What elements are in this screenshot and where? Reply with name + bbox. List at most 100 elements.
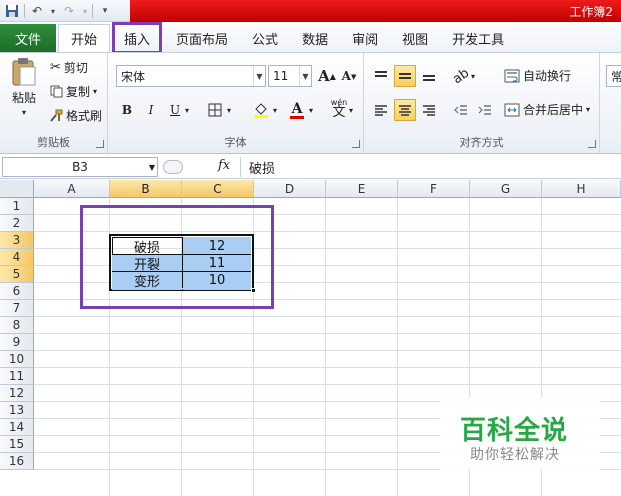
grid-row-line — [34, 333, 621, 334]
align-middle-icon — [399, 73, 411, 79]
row-header-10[interactable]: 10 — [0, 351, 34, 368]
formula-input[interactable]: 破损 — [240, 157, 619, 177]
column-header-E[interactable]: E — [326, 180, 398, 198]
tab-data[interactable]: 数据 — [290, 24, 340, 52]
wrap-text-label: 自动换行 — [523, 69, 572, 83]
tab-home[interactable]: 开始 — [58, 24, 111, 52]
row-header-12[interactable]: 12 — [0, 385, 34, 402]
column-header-C[interactable]: C — [182, 180, 254, 198]
row-header-8[interactable]: 8 — [0, 317, 34, 334]
chevron-down-icon: ▼ — [253, 66, 265, 86]
row-header-15[interactable]: 15 — [0, 436, 34, 453]
align-right-button[interactable] — [418, 99, 440, 121]
column-header-G[interactable]: G — [470, 180, 542, 198]
align-middle-button[interactable] — [394, 65, 416, 87]
font-name-select[interactable]: 宋体 ▼ — [116, 65, 266, 87]
font-color-bar — [290, 115, 304, 119]
column-header-B[interactable]: B — [110, 180, 182, 198]
row-header-2[interactable]: 2 — [0, 215, 34, 232]
fill-color-button[interactable] — [250, 99, 272, 121]
tab-insert[interactable]: 插入 — [112, 22, 163, 54]
wrap-text-button[interactable]: 自动换行 — [504, 67, 571, 84]
watermark-subtitle: 助你轻松解决 — [470, 447, 560, 463]
redo-icon[interactable]: ↷ — [60, 2, 78, 20]
borders-dropdown-icon[interactable]: ▾ — [224, 99, 234, 121]
borders-icon — [208, 103, 222, 117]
column-header-A[interactable]: A — [34, 180, 110, 198]
clipboard-launcher-icon[interactable] — [96, 140, 104, 148]
grow-font-button[interactable]: A ▲ — [316, 65, 338, 87]
shrink-font-button[interactable]: A ▼ — [338, 65, 360, 87]
column-header-F[interactable]: F — [398, 180, 470, 198]
row-header-13[interactable]: 13 — [0, 402, 34, 419]
tab-view[interactable]: 视图 — [390, 24, 440, 52]
tab-developer[interactable]: 开发工具 — [440, 24, 516, 52]
phonetic-dropdown-icon[interactable]: ▾ — [346, 99, 356, 121]
number-format-value: 常 — [611, 69, 621, 84]
undo-icon[interactable]: ↶ — [28, 2, 46, 20]
paste-label: 粘贴 — [11, 91, 36, 105]
name-box[interactable]: B3 ▼ — [2, 157, 158, 177]
font-color-button[interactable]: A — [286, 99, 308, 121]
format-painter-button[interactable]: 格式刷 — [50, 107, 102, 124]
font-launcher-icon[interactable] — [352, 140, 360, 148]
cut-button[interactable]: ✂ 剪切 — [50, 59, 88, 76]
tab-formulas[interactable]: 公式 — [240, 24, 290, 52]
bold-button[interactable]: B — [116, 99, 138, 121]
decrease-indent-button[interactable] — [450, 99, 472, 121]
copy-button[interactable]: 复制 ▾ — [50, 83, 97, 100]
cut-label: 剪切 — [63, 61, 88, 75]
fill-color-dropdown-icon[interactable]: ▾ — [270, 99, 280, 121]
row-header-3[interactable]: 3 — [0, 232, 34, 249]
alignment-group: ab ▾ 自动换行 合并后居中 ▾ 对齐方式 — [364, 53, 600, 153]
align-center-button[interactable] — [394, 99, 416, 121]
orientation-dropdown-icon[interactable]: ▾ — [468, 65, 478, 87]
row-header-5[interactable]: 5 — [0, 266, 34, 283]
row-header-16[interactable]: 16 — [0, 453, 34, 470]
tab-file[interactable]: 文件 — [0, 24, 56, 52]
worksheet-grid[interactable]: ABCDEFGH 1 2 3 4 5 6 7 8 9 10 11 12 13 14 15 16 破损 12 开… — [0, 180, 621, 496]
row-header-1[interactable]: 1 — [0, 198, 34, 215]
row-header-4[interactable]: 4 — [0, 249, 34, 266]
name-box-value: B3 — [72, 160, 88, 174]
underline-dropdown-icon[interactable]: ▾ — [182, 99, 192, 121]
alignment-launcher-icon[interactable] — [588, 140, 596, 148]
paste-button[interactable]: 粘贴 ▾ — [6, 57, 42, 117]
tab-page-layout[interactable]: 页面布局 — [164, 24, 240, 52]
borders-button[interactable] — [204, 99, 226, 121]
font-color-dropdown-icon[interactable]: ▾ — [306, 99, 316, 121]
align-top-button[interactable] — [370, 65, 392, 87]
customize-icon[interactable]: ▾ — [96, 2, 114, 20]
tab-review[interactable]: 审阅 — [340, 24, 390, 52]
row-header-11[interactable]: 11 — [0, 368, 34, 385]
save-icon[interactable] — [3, 2, 21, 20]
number-format-select[interactable]: 常 — [606, 65, 621, 87]
grow-arrow-icon: ▲ — [329, 71, 336, 81]
increase-indent-button[interactable] — [474, 99, 496, 121]
redo-dropdown-icon[interactable]: ▾ — [81, 2, 89, 20]
column-header-D[interactable]: D — [254, 180, 326, 198]
row-header-7[interactable]: 7 — [0, 300, 34, 317]
align-right-icon — [423, 105, 435, 116]
align-left-button[interactable] — [370, 99, 392, 121]
ribbon-tabs: 文件 开始 插入 页面布局 公式 数据 审阅 视图 开发工具 — [0, 22, 621, 54]
font-size-select[interactable]: 11 ▼ — [268, 65, 312, 87]
grid-column-line — [325, 198, 326, 496]
italic-button[interactable]: I — [140, 99, 162, 121]
window-title: 工作簿2 — [569, 5, 613, 19]
select-all-corner[interactable] — [0, 180, 34, 198]
row-header-6[interactable]: 6 — [0, 283, 34, 300]
grow-font-label: A — [318, 67, 330, 85]
merge-center-button[interactable]: 合并后居中 ▾ — [504, 101, 590, 118]
font-name-value: 宋体 — [121, 69, 146, 84]
align-bottom-button[interactable] — [418, 65, 440, 87]
insert-function-icon[interactable]: fx — [218, 158, 230, 173]
merge-center-icon — [504, 103, 520, 116]
align-left-icon — [375, 105, 387, 116]
column-header-H[interactable]: H — [542, 180, 621, 198]
formula-bar: B3 ▼ fx 破损 — [0, 155, 621, 179]
row-header-14[interactable]: 14 — [0, 419, 34, 436]
undo-dropdown-icon[interactable]: ▾ — [49, 2, 57, 20]
formula-bar-resize-handle[interactable] — [163, 160, 183, 174]
row-header-9[interactable]: 9 — [0, 334, 34, 351]
